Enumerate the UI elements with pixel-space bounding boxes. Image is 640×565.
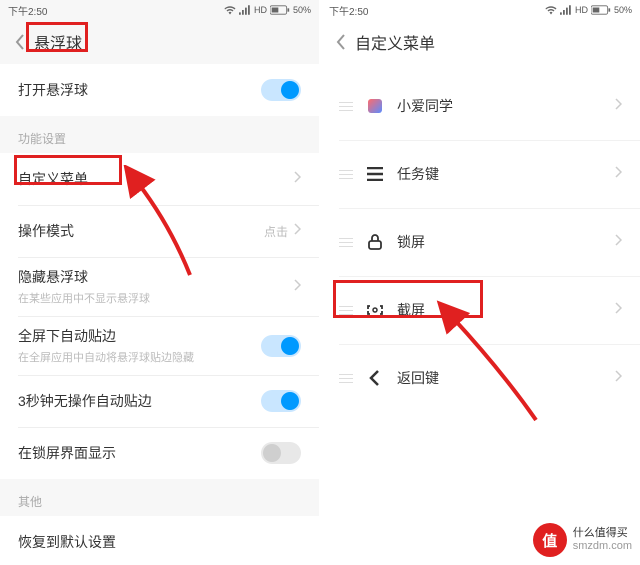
back-icon[interactable]	[331, 32, 351, 52]
lockscreen-label: 在锁屏界面显示	[18, 443, 261, 463]
idle-label: 3秒钟无操作自动贴边	[18, 391, 261, 411]
row-custom-menu[interactable]: 自定义菜单	[0, 153, 319, 205]
chevron-right-icon	[294, 170, 301, 188]
row-hide[interactable]: 隐藏悬浮球 在某些应用中不显示悬浮球	[0, 257, 319, 316]
title-bar: 自定义菜单	[321, 20, 640, 64]
toggle-show-lockscreen[interactable]	[261, 442, 301, 464]
page-title-left: 悬浮球	[34, 30, 82, 54]
status-battery: 50%	[293, 5, 311, 15]
hide-sub: 在某些应用中不显示悬浮球	[18, 290, 294, 306]
row-reset[interactable]: 恢复到默认设置	[0, 516, 319, 565]
screenshot-icon	[357, 303, 393, 317]
signal-icon	[560, 5, 572, 15]
section-func-header: 功能设置	[0, 116, 319, 153]
hide-label: 隐藏悬浮球	[18, 267, 294, 287]
menu-label: 锁屏	[397, 232, 615, 252]
menu-item-lock[interactable]: 锁屏	[321, 208, 640, 276]
fullscreen-label: 全屏下自动贴边	[18, 326, 261, 346]
drag-handle-icon[interactable]	[339, 306, 357, 315]
chevron-right-icon	[615, 301, 622, 319]
wifi-icon	[545, 5, 557, 15]
signal-icon	[239, 5, 251, 15]
drag-handle-icon[interactable]	[339, 374, 357, 383]
section-other-header: 其他	[0, 479, 319, 516]
chevron-right-icon	[294, 278, 301, 296]
menu-item-xiaoai[interactable]: 小爱同学	[321, 72, 640, 140]
row-fullscreen-edge[interactable]: 全屏下自动贴边 在全屏应用中自动将悬浮球贴边隐藏	[0, 316, 319, 375]
status-bar: 下午2:50 HD 50%	[0, 0, 319, 20]
chevron-right-icon	[615, 165, 622, 183]
row-show-lockscreen[interactable]: 在锁屏界面显示	[0, 427, 319, 479]
drag-handle-icon[interactable]	[339, 170, 357, 179]
mode-value: 点击	[264, 223, 288, 240]
custom-menu-label: 自定义菜单	[18, 169, 294, 189]
reset-label: 恢复到默认设置	[18, 532, 301, 552]
watermark: 值 什么值得买 smzdm.com	[533, 523, 632, 557]
menu-item-screenshot[interactable]: 截屏	[321, 276, 640, 344]
chevron-right-icon	[615, 97, 622, 115]
wifi-icon	[224, 5, 236, 15]
row-idle-edge[interactable]: 3秒钟无操作自动贴边	[0, 375, 319, 427]
status-hd: HD	[575, 5, 588, 15]
battery-icon	[270, 5, 290, 15]
tasks-icon	[357, 167, 393, 181]
watermark-line2: smzdm.com	[573, 540, 632, 553]
title-bar: 悬浮球	[0, 20, 319, 64]
row-open-float[interactable]: 打开悬浮球	[0, 64, 319, 116]
drag-handle-icon[interactable]	[339, 102, 357, 111]
back-icon[interactable]	[10, 32, 30, 52]
toggle-fullscreen-edge[interactable]	[261, 335, 301, 357]
menu-label: 任务键	[397, 164, 615, 184]
menu-item-tasks[interactable]: 任务键	[321, 140, 640, 208]
screen-left: 下午2:50 HD 50% 悬浮球 打开悬浮球 功能设置 自定	[0, 0, 319, 565]
chevron-right-icon	[294, 222, 301, 240]
status-bar: 下午2:50 HD 50%	[321, 0, 640, 20]
mode-label: 操作模式	[18, 221, 264, 241]
battery-icon	[591, 5, 611, 15]
status-time: 下午2:50	[8, 3, 47, 18]
status-time: 下午2:50	[329, 3, 368, 18]
watermark-badge: 值	[533, 523, 567, 557]
menu-label: 小爱同学	[397, 96, 615, 116]
menu-label: 截屏	[397, 300, 615, 320]
status-battery: 50%	[614, 5, 632, 15]
menu-label: 返回键	[397, 368, 615, 388]
status-hd: HD	[254, 5, 267, 15]
open-float-label: 打开悬浮球	[18, 80, 261, 100]
toggle-idle-edge[interactable]	[261, 390, 301, 412]
chevron-right-icon	[615, 369, 622, 387]
menu-item-back[interactable]: 返回键	[321, 344, 640, 412]
page-title-right: 自定义菜单	[355, 30, 435, 54]
back-key-icon	[357, 370, 393, 386]
status-icons: HD 50%	[224, 5, 311, 15]
xiaoai-icon	[357, 99, 393, 113]
watermark-line1: 什么值得买	[573, 527, 632, 540]
fullscreen-sub: 在全屏应用中自动将悬浮球贴边隐藏	[18, 349, 261, 365]
lock-icon	[357, 234, 393, 250]
chevron-right-icon	[615, 233, 622, 251]
drag-handle-icon[interactable]	[339, 238, 357, 247]
toggle-open-float[interactable]	[261, 79, 301, 101]
status-icons: HD 50%	[545, 5, 632, 15]
screen-right: 下午2:50 HD 50% 自定义菜单 小爱同学 任务键	[321, 0, 640, 565]
row-mode[interactable]: 操作模式 点击	[0, 205, 319, 257]
